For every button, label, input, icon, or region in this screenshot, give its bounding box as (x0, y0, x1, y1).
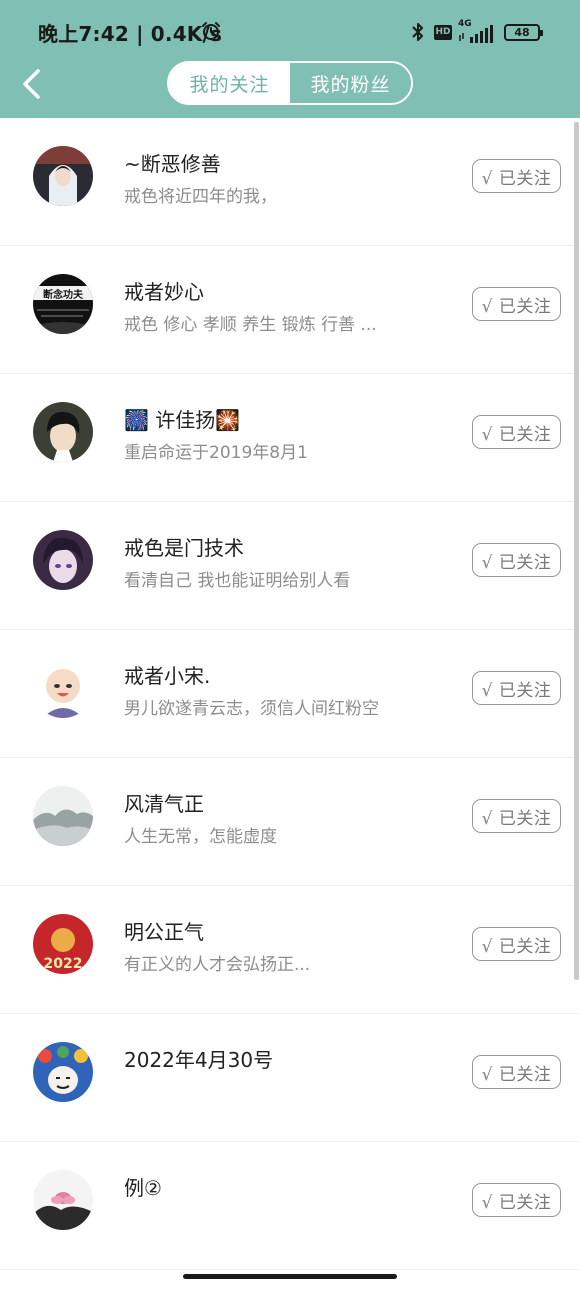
user-name[interactable]: 🎆 许佳扬🎇 (124, 404, 240, 433)
back-arrow-icon (23, 69, 40, 99)
avatar[interactable] (33, 658, 93, 718)
user-row[interactable]: 戒者小宋. 男儿欲遂青云志，须信人间红粉空 √ 已关注 (0, 630, 580, 758)
status-time: 晚上7:42 | 0.4K/s (38, 22, 223, 46)
avatar-hooded-figure-image (33, 146, 93, 206)
user-row[interactable]: 风清气正 人生无常，怎能虚度 √ 已关注 (0, 758, 580, 886)
followed-button[interactable]: √ 已关注 (472, 159, 561, 193)
avatar-year-text: 2022 (44, 956, 83, 972)
signal-bars-icon (459, 25, 493, 43)
avatar[interactable]: 断念功夫 (33, 274, 93, 334)
user-bio: 戒色将近四年的我， (124, 187, 277, 207)
followed-button[interactable]: √ 已关注 (472, 543, 561, 577)
followed-button[interactable]: √ 已关注 (472, 1055, 561, 1089)
avatar-calligraphy-text: 断念功夫 (43, 288, 84, 301)
avatar[interactable] (33, 402, 93, 462)
avatar-meme-face-image (33, 1042, 93, 1102)
followed-button[interactable]: √ 已关注 (472, 287, 561, 321)
home-indicator[interactable] (183, 1274, 397, 1279)
user-list: ~断恶修善 戒色将近四年的我， √ 已关注 断念功夫 戒者妙心 戒色 修心 孝顺… (0, 118, 580, 1270)
user-bio: 有正义的人才会弘扬正... (124, 955, 311, 975)
avatar[interactable]: 2022 (33, 914, 93, 974)
user-bio: 男儿欲遂青云志，须信人间红粉空 (124, 699, 379, 719)
user-row[interactable]: 🎆 许佳扬🎇 重启命运于2019年8月1 √ 已关注 (0, 374, 580, 502)
follow-tabs: 我的关注 我的粉丝 (167, 61, 413, 105)
user-row[interactable]: 戒色是门技术 看清自己 我也能证明给别人看 √ 已关注 (0, 502, 580, 630)
avatar[interactable] (33, 146, 93, 206)
avatar-ink-landscape-image (33, 786, 93, 846)
user-row[interactable]: ~断恶修善 戒色将近四年的我， √ 已关注 (0, 118, 580, 246)
user-name[interactable]: 明公正气 (124, 916, 204, 945)
user-row[interactable]: 断念功夫 戒者妙心 戒色 修心 孝顺 养生 锻炼 行善 ... √ 已关注 (0, 246, 580, 374)
battery-indicator: 48 (504, 23, 543, 41)
back-button[interactable] (14, 64, 50, 104)
avatar-cartoon-monk-image (33, 658, 93, 718)
status-bar: 晚上7:42 | 0.4K/s HD 4G 48 (0, 0, 580, 62)
avatar-calligraphy-image: 断念功夫 (33, 274, 93, 334)
avatar[interactable] (33, 1170, 93, 1230)
user-bio: 人生无常，怎能虚度 (124, 827, 277, 847)
followed-button[interactable]: √ 已关注 (472, 415, 561, 449)
user-row[interactable]: 例② √ 已关注 (0, 1142, 580, 1270)
followed-button[interactable]: √ 已关注 (472, 671, 561, 705)
battery-level: 48 (514, 25, 530, 39)
tab-following[interactable]: 我的关注 (169, 63, 290, 103)
alarm-clock-icon (202, 22, 220, 40)
user-name[interactable]: ~断恶修善 (124, 148, 221, 177)
followed-button[interactable]: √ 已关注 (472, 927, 561, 961)
avatar[interactable] (33, 1042, 93, 1102)
tab-followers[interactable]: 我的粉丝 (290, 63, 411, 103)
followed-button[interactable]: √ 已关注 (472, 799, 561, 833)
avatar[interactable] (33, 530, 93, 590)
avatar[interactable] (33, 786, 93, 846)
avatar-new-year-image: 2022 (33, 914, 93, 974)
user-row[interactable]: 2022年4月30号 √ 已关注 (0, 1014, 580, 1142)
scrollbar[interactable] (574, 122, 579, 980)
bluetooth-icon (412, 23, 423, 41)
user-name[interactable]: 2022年4月30号 (124, 1044, 273, 1073)
user-name[interactable]: 戒色是门技术 (124, 532, 244, 561)
user-name[interactable]: 戒者妙心 (124, 276, 204, 305)
avatar-lotus-ink-image (33, 1170, 93, 1230)
user-name[interactable]: 例② (124, 1172, 162, 1201)
hd-badge: HD (434, 24, 452, 40)
avatar-anime-purple-image (33, 530, 93, 590)
user-name[interactable]: 戒者小宋. (124, 660, 210, 689)
app-header: 晚上7:42 | 0.4K/s HD 4G 48 我的关注 我的粉丝 (0, 0, 580, 118)
user-bio: 看清自己 我也能证明给别人看 (124, 571, 351, 591)
cellular-signal: 4G (458, 19, 498, 43)
avatar-anime-boy-image (33, 402, 93, 462)
user-name[interactable]: 风清气正 (124, 788, 204, 817)
user-bio: 重启命运于2019年8月1 (124, 443, 308, 463)
user-row[interactable]: 2022 明公正气 有正义的人才会弘扬正... √ 已关注 (0, 886, 580, 1014)
followed-button[interactable]: √ 已关注 (472, 1183, 561, 1217)
user-bio: 戒色 修心 孝顺 养生 锻炼 行善 ... (124, 315, 377, 335)
